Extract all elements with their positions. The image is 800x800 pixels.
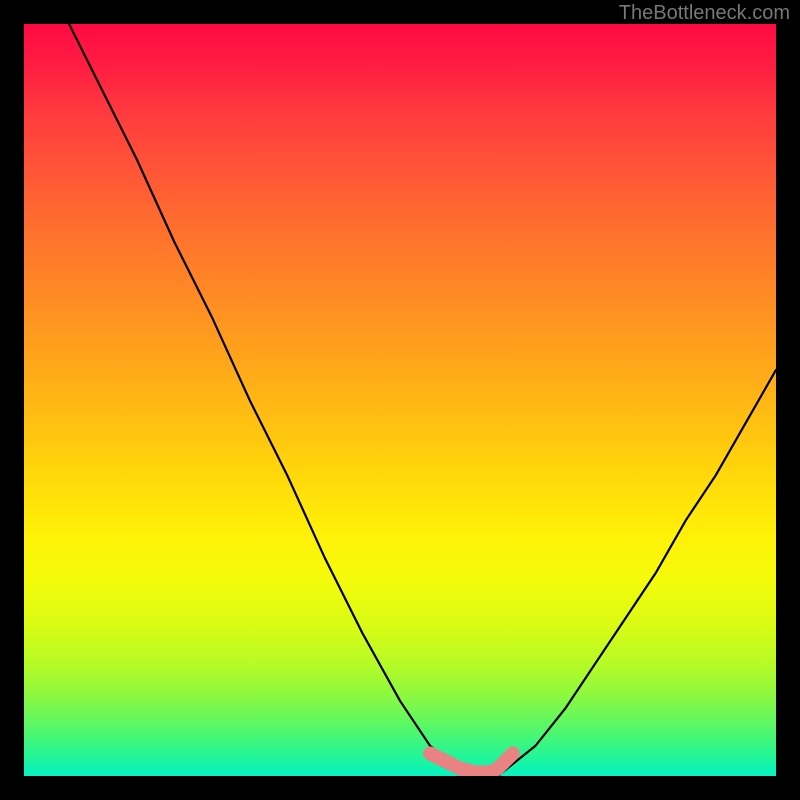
chart-frame: TheBottleneck.com [0, 0, 800, 800]
chart-heatmap-background [24, 24, 776, 776]
watermark-label: TheBottleneck.com [619, 2, 790, 25]
